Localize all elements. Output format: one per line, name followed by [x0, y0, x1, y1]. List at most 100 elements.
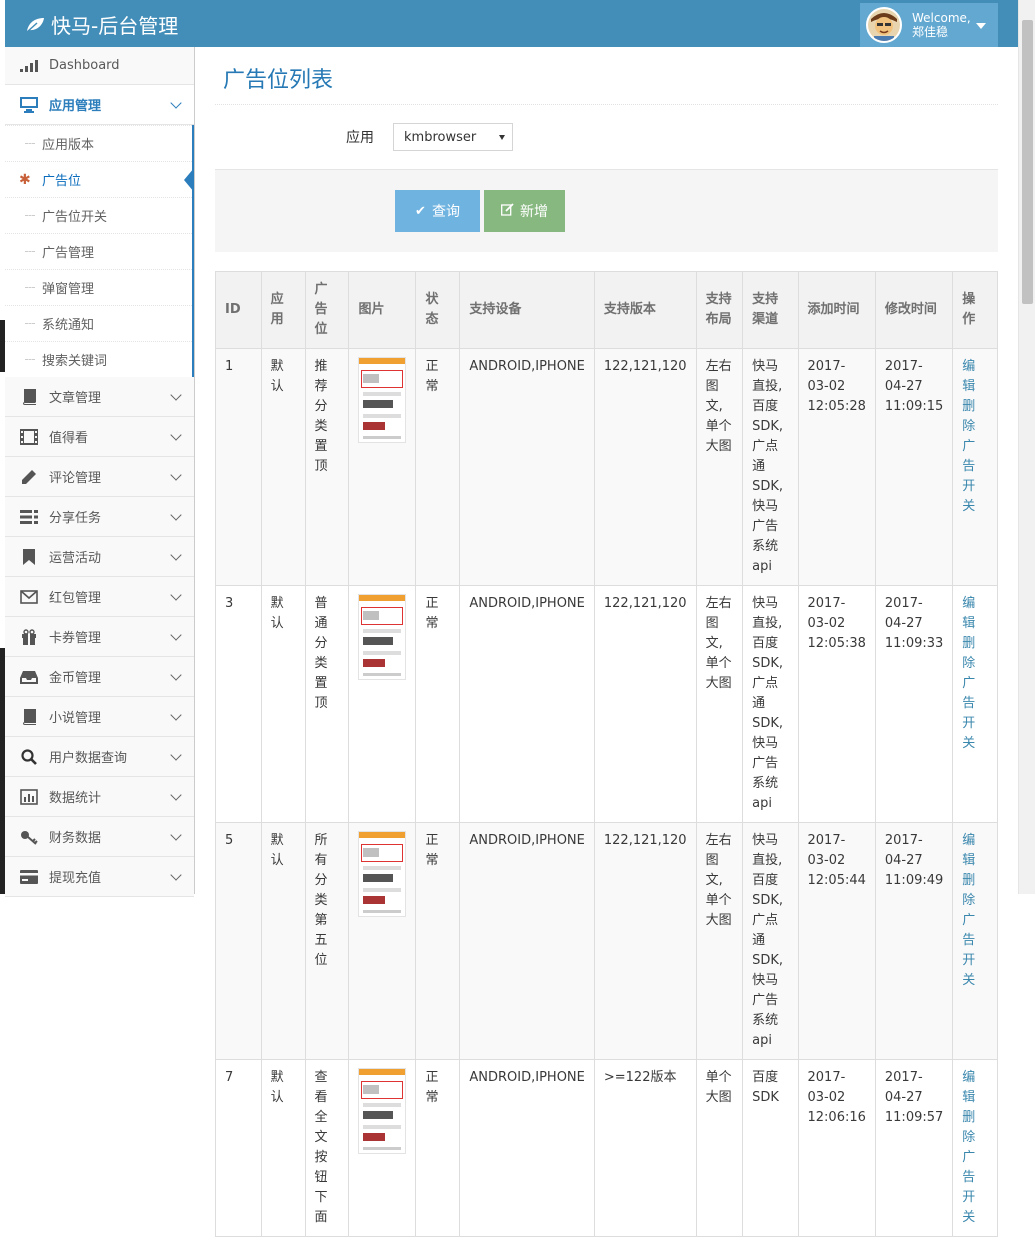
table-cell-layout: 左右图文,单个大图	[695, 585, 744, 823]
col-header[interactable]: 添加时间	[797, 271, 876, 349]
add-button[interactable]: 新增	[484, 190, 565, 232]
table-cell-versions: >=122版本	[593, 1059, 697, 1237]
vertical-scrollbar[interactable]	[1018, 0, 1035, 894]
sidebar-item-label: 数据统计	[49, 791, 102, 806]
table-row: 1 默认 推荐分类置顶 正常 ANDROID,IPHONE 122,121,120 左右图文…	[215, 348, 998, 586]
chevron-down-icon	[170, 509, 182, 521]
edit-link[interactable]: 编辑	[962, 594, 988, 634]
ad-switch-link[interactable]: 广告开关	[962, 1148, 988, 1228]
sidebar-item-label: 运营活动	[49, 551, 102, 566]
chevron-down-icon	[170, 389, 182, 401]
edit-link[interactable]: 编辑	[962, 831, 988, 871]
pencil-icon	[19, 469, 39, 485]
sidebar-item-label: 卡券管理	[49, 631, 102, 646]
brand[interactable]: 快马-后台管理	[25, 10, 178, 39]
sidebar-subitem-ad-management[interactable]: 广告管理	[5, 233, 192, 269]
sidebar-subitem-popup-management[interactable]: 弹窗管理	[5, 269, 192, 305]
sidebar-item-app-management[interactable]: 应用管理	[5, 85, 194, 125]
col-header[interactable]: 支持渠道	[742, 271, 799, 349]
sidebar-item-finance[interactable]: 财务数据	[5, 817, 194, 857]
subitem-label: 系统通知	[42, 318, 95, 333]
sidebar-item-withdraw-recharge[interactable]: 提现充值	[5, 857, 194, 897]
table-cell-app: 默认	[260, 822, 306, 1060]
table-cell-channels: 百度SDK	[742, 1059, 799, 1237]
sidebar-subitem-ad-slot[interactable]: ✱ 广告位	[5, 161, 194, 197]
thumbnail-cell	[348, 822, 417, 1060]
sidebar-item-comments[interactable]: 评论管理	[5, 457, 194, 497]
table-cell-layout: 单个大图	[695, 1059, 744, 1237]
sidebar-item-statistics[interactable]: 数据统计	[5, 777, 194, 817]
col-header[interactable]: 广告位	[304, 271, 350, 349]
sidebar-item-user-data-query[interactable]: 用户数据查询	[5, 737, 194, 777]
ad-switch-link[interactable]: 广告开关	[962, 437, 988, 517]
table-cell-status: 正常	[415, 585, 461, 823]
chevron-down-icon	[170, 789, 182, 801]
col-header[interactable]: 支持布局	[695, 271, 744, 349]
bar-chart-icon	[19, 788, 39, 805]
ad-screenshot-thumbnail[interactable]	[358, 1068, 407, 1154]
main-content: 广告位列表 应用 kmbrowser ✔ 查询 新增 ID 应用 广告位 图片 …	[215, 47, 998, 1237]
table-cell-modified: 2017-04-27 11:09:15	[874, 348, 954, 586]
col-header[interactable]: 状态	[415, 271, 461, 349]
scrollbar-thumb[interactable]	[1022, 20, 1033, 304]
sidebar-item-label: 红包管理	[49, 591, 102, 606]
chevron-down-icon	[170, 709, 182, 721]
sidebar-subitem-ad-slot-switch[interactable]: 广告位开关	[5, 197, 192, 233]
col-header[interactable]: 修改时间	[874, 271, 954, 349]
sidebar-item-novels[interactable]: 小说管理	[5, 697, 194, 737]
sidebar-item-red-packets[interactable]: 红包管理	[5, 577, 194, 617]
ad-screenshot-thumbnail[interactable]	[358, 357, 407, 443]
ad-screenshot-thumbnail[interactable]	[358, 831, 407, 917]
active-pointer	[184, 168, 194, 192]
sidebar-item-coins[interactable]: 金币管理	[5, 657, 194, 697]
check-icon: ✔	[415, 203, 426, 219]
chevron-down-icon	[170, 469, 182, 481]
ad-switch-link[interactable]: 广告开关	[962, 911, 988, 991]
col-header[interactable]: 支持版本	[593, 271, 697, 349]
film-icon	[19, 428, 39, 445]
sidebar-item-coupons[interactable]: 卡券管理	[5, 617, 194, 657]
table-row: 5 默认 所有分类第五位 正常 ANDROID,IPHONE 122,121,120 左右图…	[215, 822, 998, 1060]
delete-link[interactable]: 删除	[962, 397, 988, 437]
username: 郑佳稳	[912, 25, 949, 39]
delete-link[interactable]: 删除	[962, 634, 988, 674]
sidebar-subitem-search-keywords[interactable]: 搜索关键词	[5, 341, 192, 377]
chevron-down-icon	[170, 589, 182, 601]
sidebar-item-articles[interactable]: 文章管理	[5, 377, 194, 417]
subitem-label: 广告位	[42, 174, 82, 189]
sidebar-item-label: 分享任务	[49, 511, 102, 526]
sidebar-item-label: Dashboard	[49, 58, 120, 73]
edit-link[interactable]: 编辑	[962, 357, 988, 397]
sidebar-item-share-tasks[interactable]: 分享任务	[5, 497, 194, 537]
app-select-value: kmbrowser	[404, 129, 477, 145]
table-cell-app: 默认	[260, 585, 306, 823]
ad-switch-link[interactable]: 广告开关	[962, 674, 988, 754]
search-icon	[19, 748, 39, 765]
table-cell-app: 默认	[260, 1059, 306, 1237]
book-icon	[19, 388, 39, 405]
edit-link[interactable]: 编辑	[962, 1068, 988, 1108]
table-cell-id: 3	[215, 585, 262, 823]
delete-link[interactable]: 删除	[962, 871, 988, 911]
ad-screenshot-thumbnail[interactable]	[358, 594, 407, 680]
sidebar-subitem-system-notice[interactable]: 系统通知	[5, 305, 192, 341]
sidebar-item-label: 财务数据	[49, 831, 102, 846]
sidebar-subitem-app-version[interactable]: 应用版本	[5, 125, 192, 161]
sidebar-item-dashboard[interactable]: Dashboard	[5, 47, 194, 85]
user-menu[interactable]: Welcome, 郑佳稳	[860, 3, 998, 47]
col-header[interactable]: 支持设备	[459, 271, 595, 349]
sidebar-item-operations[interactable]: 运营活动	[5, 537, 194, 577]
sidebar-item-label: 值得看	[49, 431, 89, 446]
col-header[interactable]: ID	[215, 271, 262, 349]
sidebar-item-worth-watching[interactable]: 值得看	[5, 417, 194, 457]
signal-icon	[19, 58, 39, 74]
app-select[interactable]: kmbrowser	[393, 123, 513, 151]
delete-link[interactable]: 删除	[962, 1108, 988, 1148]
query-button[interactable]: ✔ 查询	[395, 190, 480, 232]
col-header[interactable]: 图片	[348, 271, 417, 349]
col-header[interactable]: 操作	[952, 271, 998, 349]
thumbnail-cell	[348, 585, 417, 823]
col-header[interactable]: 应用	[260, 271, 306, 349]
page-title: 广告位列表	[215, 47, 998, 105]
table-cell-id: 1	[215, 348, 262, 586]
